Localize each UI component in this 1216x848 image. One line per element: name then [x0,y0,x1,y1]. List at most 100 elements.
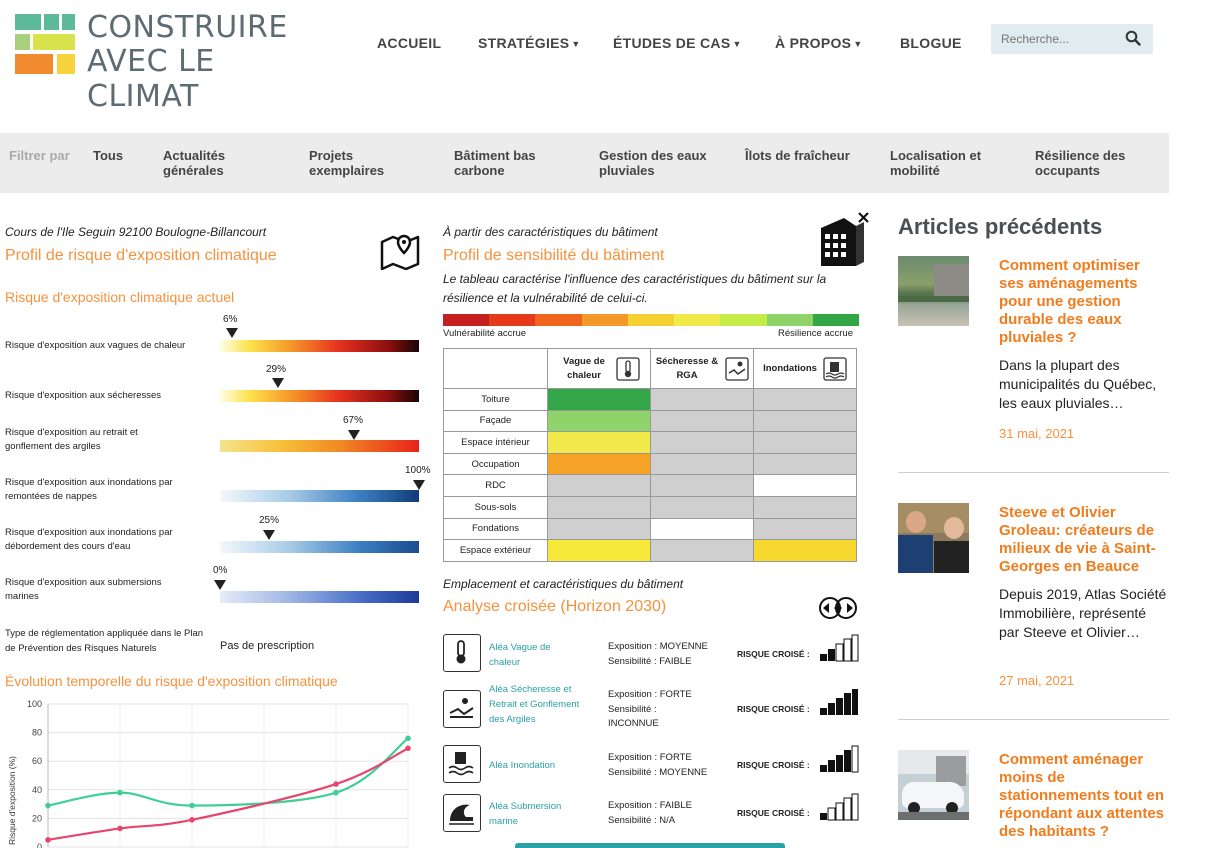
brand-line-2: AVEC LE CLIMAT [87,44,215,114]
close-icon[interactable] [858,212,869,223]
nav-accueil[interactable]: ACCUEIL [377,35,441,51]
filter-tous[interactable]: Tous [93,148,123,163]
cross-risk-label: RISQUE CROISÉ : [737,649,810,659]
scale-step [581,314,628,326]
row-label: Fondations [443,517,548,541]
filter-batiment[interactable]: Bâtiment bas carbone [454,148,554,178]
filter-resilience[interactable]: Résilience des occupants [1035,148,1145,178]
risk-label-river: Risque d'exposition aux inondations par … [5,527,173,552]
article-excerpt: Depuis 2019, Atlas Société Immobilière, … [999,586,1167,640]
filter-eaux-pluviales[interactable]: Gestion des eaux pluviales [599,148,719,178]
logo-square [33,34,75,50]
row-label: Espace extérieur [443,539,548,562]
logo-square [15,14,41,30]
article-title[interactable]: Comment optimiser ses aménagements pour … [999,257,1169,347]
search-icon[interactable] [1125,30,1141,46]
risk-pct-groundwater: 100% [405,465,431,476]
data-point [333,781,339,787]
risk-stairs-icon [820,745,859,773]
article-title[interactable]: Comment aménager moins de stationnements… [999,751,1169,841]
row-label: RDC [443,474,548,497]
action-button[interactable] [515,843,785,848]
sensitivity-title: Profil de sensibilité du bâtiment [443,247,665,264]
sensitivity-cell [753,409,857,433]
data-point [405,735,411,742]
cross-name[interactable]: Aléa Submersion marine [489,799,574,829]
thumbnail-shape [898,296,969,302]
sensitivity-cell [753,517,857,541]
nav-strategies[interactable]: STRATÉGIES ▼ [478,35,581,51]
table-row: Occupation [443,452,857,476]
nav-etudes-de-cas[interactable]: ÉTUDES DE CAS ▼ [613,35,742,51]
article-title[interactable]: Steeve et Olivier Groleau: créateurs de … [999,504,1169,576]
nav-a-propos[interactable]: À PROPOS ▼ [775,35,863,51]
sensitivity-cell [650,517,754,541]
regulation-value: Pas de prescription [220,640,315,652]
cross-row-drought: Aléa Sécheresse et Retrait et Gonflement… [443,684,859,735]
filter-projets[interactable]: Projets exemplaires [309,148,399,178]
sidebar-heading: Articles précédents [898,214,1103,239]
sensitivity-cell [650,388,754,411]
sensitivity-cell [650,539,754,562]
table-row: Toiture [443,388,857,411]
table-row: Façade [443,409,857,433]
y-tick-label: 100 [27,699,42,709]
cross-name[interactable]: Aléa Sécheresse et Retrait et Gonflement… [489,682,584,727]
table-row: RDC [443,474,857,497]
flood-icon [443,745,481,783]
y-tick-label: 0 [37,842,42,848]
evolution-chart: 0 20 40 60 80 100 Risque d'exposition (%) [7,699,411,848]
col-heat: Vague de chaleur [547,348,651,389]
cross-exposure: Exposition : FORTE Sensibilité : INCONNUE [608,689,692,729]
cross-row-marine: Aléa Submersion marine Exposition : FAIB… [443,793,859,834]
article-excerpt: Dans la plupart des municipalités du Qué… [999,357,1157,411]
sensitivity-cell [547,539,651,562]
filter-label: Filtrer par [9,148,70,163]
cross-name[interactable]: Aléa Vague de chaleur [489,640,569,670]
site-logo[interactable]: CONSTRUIRE AVEC LE CLIMAT [15,10,305,114]
risk-marker-river [263,530,275,540]
map-pin-icon [380,234,420,270]
thumbnail-shape [934,264,969,298]
scale-left-label: Vulnérabilité accrue [443,328,527,339]
table-row: Sous-sols [443,495,857,519]
search-input[interactable] [991,24,1121,54]
risk-marker-marine [214,580,226,590]
cross-row-heat: Aléa Vague de chaleur Exposition : MOYEN… [443,634,859,674]
risk-pct-drought: 29% [266,364,287,375]
risk-marker-drought [272,378,284,388]
thumbnail-shape [906,511,926,533]
risk-stairs-icon [820,793,859,821]
sensitivity-cell [650,431,754,454]
sensitivity-cell [547,495,651,519]
thumbnail-shape [934,541,969,573]
drought-icon [443,690,481,728]
cross-name[interactable]: Aléa Inondation [489,758,555,773]
risk-bar-heat [220,340,419,352]
filter-localisation[interactable]: Localisation et mobilité [890,148,1000,178]
sensitivity-cell [547,388,651,411]
filter-ilots[interactable]: Îlots de fraîcheur [745,148,865,163]
cross-exposure: Exposition : MOYENNE Sensibilité : FAIBLE [608,641,708,667]
nav-blogue[interactable]: BLOGUE [900,35,962,51]
data-point [189,802,195,809]
article-thumbnail[interactable] [898,503,969,573]
logo-square [57,54,75,74]
row-label: Toiture [443,388,548,411]
thumbnail-shape [898,812,969,820]
sensitivity-scale [443,314,859,326]
logo-square [44,14,59,30]
sensitivity-cell [650,495,754,519]
sensitivity-cell [753,474,857,497]
filter-actualites[interactable]: Actualités générales [163,148,253,178]
risk-stairs-icon [820,689,858,715]
caret-down-icon: ▼ [732,39,742,50]
sensitivity-cell [753,495,857,519]
caret-down-icon: ▼ [853,39,863,50]
article-thumbnail[interactable] [898,750,969,820]
cross-row-flood: Aléa Inondation Exposition : FORTE Sensib… [443,745,859,785]
sensitivity-cell [753,452,857,476]
y-tick-label: 20 [32,813,42,823]
article-thumbnail[interactable] [898,256,969,326]
y-tick-label: 40 [32,785,42,795]
